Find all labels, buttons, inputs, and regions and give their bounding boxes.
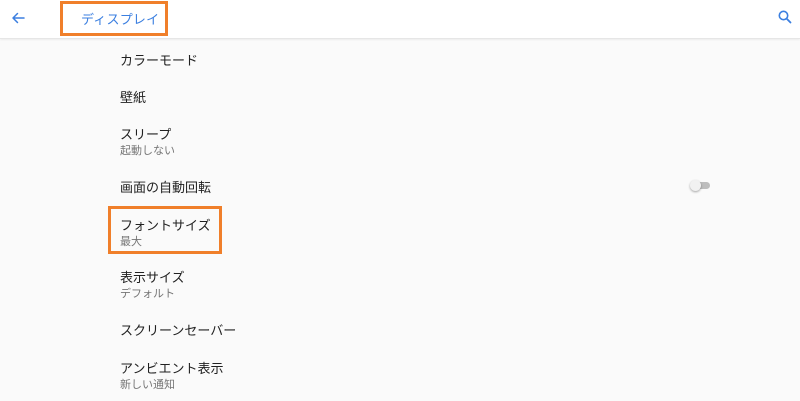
setting-item-ambient-display[interactable]: アンビエント表示 新しい通知 xyxy=(110,350,750,396)
setting-title: アンビエント表示 xyxy=(120,362,224,377)
setting-item-screensaver[interactable]: スクリーンセーバー xyxy=(110,312,750,348)
setting-title: フォントサイズ xyxy=(120,219,211,234)
setting-summary: 起動しない xyxy=(120,144,175,157)
setting-title: カラーモード xyxy=(120,54,199,69)
setting-title: 表示サイズ xyxy=(120,271,185,286)
page-title: ディスプレイ xyxy=(81,13,160,28)
arrow-left-icon xyxy=(12,12,25,24)
app-bar: ディスプレイ xyxy=(0,0,800,39)
back-button[interactable] xyxy=(8,6,28,30)
setting-title: 壁紙 xyxy=(120,91,147,106)
setting-summary: デフォルト xyxy=(120,287,175,300)
setting-summary: 新しい通知 xyxy=(120,378,175,391)
setting-title: スクリーンセーバー xyxy=(120,324,237,339)
setting-title: 画面の自動回転 xyxy=(120,181,212,196)
setting-summary: 最大 xyxy=(120,235,142,248)
setting-item-auto-rotate[interactable]: 画面の自動回転 xyxy=(110,168,750,204)
setting-item-sleep[interactable]: スリープ 起動しない xyxy=(110,116,750,160)
toggle-thumb xyxy=(690,180,701,191)
search-button[interactable] xyxy=(777,9,795,27)
setting-item-font-size[interactable]: フォントサイズ 最大 xyxy=(110,208,750,252)
setting-item-display-size[interactable]: 表示サイズ デフォルト xyxy=(110,260,750,304)
setting-item-wallpaper[interactable]: 壁紙 xyxy=(110,78,750,114)
search-icon xyxy=(778,10,792,24)
setting-item-color-mode[interactable]: カラーモード xyxy=(110,40,750,76)
setting-title: スリープ xyxy=(120,128,172,143)
auto-rotate-toggle[interactable] xyxy=(690,180,710,191)
